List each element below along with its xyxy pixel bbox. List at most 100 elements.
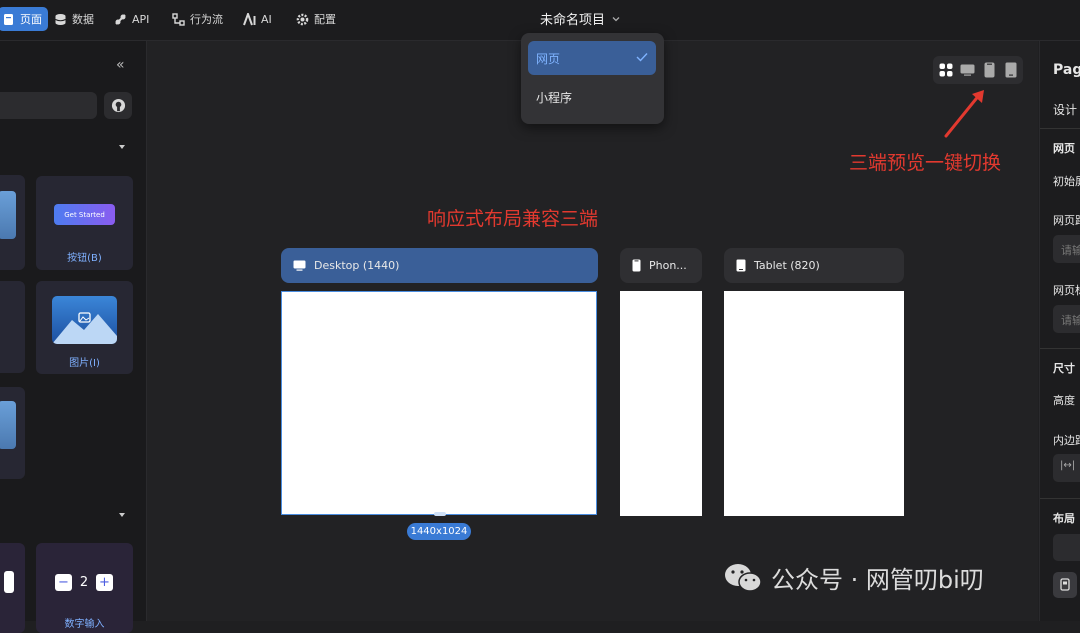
label-height: 高度 <box>1053 394 1075 407</box>
layout-direction-row[interactable] <box>1053 534 1080 561</box>
nav-flow[interactable]: 行为流 <box>172 7 223 31</box>
card-label: 按钮(B) <box>67 253 102 264</box>
grid-icon[interactable] <box>939 63 953 77</box>
padding-icon: |↔| <box>1060 460 1076 471</box>
card-preview <box>0 401 16 449</box>
label-title: 网页标 <box>1053 284 1080 297</box>
search-input[interactable] <box>0 92 97 119</box>
nav-api-label: API <box>132 12 150 26</box>
path-input[interactable]: 请输 <box>1053 235 1080 263</box>
tab-desktop-label: Desktop (1440) <box>314 259 400 272</box>
dropdown-item-label: 网页 <box>536 51 561 66</box>
phone-icon[interactable] <box>984 62 995 78</box>
section-size: 尺寸 <box>1053 362 1075 375</box>
path-placeholder: 请输 <box>1061 244 1080 257</box>
component-card-button[interactable]: Get Started 按钮(B) <box>36 176 133 270</box>
divider <box>1040 128 1080 129</box>
stepper-preview: − 2 + <box>55 573 113 592</box>
annotation-switch: 三端预览一键切换 <box>849 152 1002 174</box>
gear-icon <box>296 13 309 25</box>
tablet-frame[interactable] <box>724 291 904 516</box>
component-card-partial[interactable] <box>0 387 25 479</box>
resize-handle[interactable] <box>434 512 446 516</box>
section-page: 网页 <box>1053 142 1075 155</box>
column-layout-icon <box>1060 578 1070 591</box>
watermark-text: 公众号 · 网管叨bi叨 <box>771 566 984 594</box>
layout-option-selected[interactable] <box>1053 572 1077 598</box>
component-card-partial[interactable] <box>0 543 25 633</box>
phone-icon <box>632 259 641 272</box>
get-started-preview: Get Started <box>54 204 115 225</box>
divider <box>1040 348 1080 349</box>
desktop-frame[interactable] <box>281 291 597 515</box>
label-initial: 初始屏 <box>1053 175 1080 188</box>
nav-data-label: 数据 <box>72 13 94 26</box>
nav-config-label: 配置 <box>314 13 336 26</box>
wechat-icon <box>725 563 762 592</box>
nav-page[interactable]: 页面 <box>0 7 48 31</box>
plus-icon: + <box>96 574 113 591</box>
nav-ai[interactable]: AI <box>243 7 272 31</box>
page-icon <box>4 13 13 25</box>
card-label: 图片(I) <box>69 358 100 369</box>
nav-config[interactable]: 配置 <box>296 7 336 31</box>
tablet-icon <box>736 259 746 272</box>
watermark: 公众号 · 网管叨bi叨 <box>723 560 984 595</box>
image-preview <box>52 296 117 344</box>
section-layout: 布局 <box>1053 512 1075 525</box>
annotation-layout: 响应式布局兼容三端 <box>427 208 599 230</box>
size-badge: 1440x1024 <box>407 523 471 540</box>
project-title[interactable]: 未命名项目 <box>540 9 621 28</box>
dropdown-item-miniprogram[interactable]: 小程序 <box>528 80 656 114</box>
nav-api[interactable]: API <box>114 7 149 31</box>
annotation-arrow-icon <box>944 90 984 138</box>
title-input[interactable]: 请输 <box>1053 305 1080 333</box>
stepper-value: 2 <box>79 575 89 590</box>
flow-icon <box>172 12 185 26</box>
label-padding: 内边距 <box>1053 434 1080 447</box>
nav-page-label: 页面 <box>20 13 42 26</box>
dropdown-item-label: 小程序 <box>536 90 573 105</box>
card-preview <box>0 191 16 239</box>
tab-phone-label: Phon... <box>649 259 687 272</box>
padding-input[interactable]: |↔| <box>1053 454 1080 482</box>
nav-ai-label: AI <box>261 12 272 26</box>
ai-icon <box>243 12 256 25</box>
section-expand-icon[interactable] <box>119 145 125 149</box>
card-preview <box>4 571 14 593</box>
component-card-partial[interactable] <box>0 175 25 270</box>
properties-panel: Page 设计 网页 初始屏 网页路 请输 网页标 请输 尺寸 高度 内边距 |… <box>1039 41 1080 621</box>
dropdown-item-web[interactable]: 网页 <box>528 41 656 75</box>
divider <box>1040 498 1080 499</box>
github-icon <box>111 98 125 113</box>
nav-flow-label: 行为流 <box>190 13 223 26</box>
component-card-partial[interactable] <box>0 281 25 373</box>
desktop-icon <box>293 260 306 271</box>
component-card-stepper[interactable]: − 2 + 数字输入 <box>36 543 133 633</box>
tab-tablet[interactable]: Tablet (820) <box>724 248 904 283</box>
section-expand-icon[interactable] <box>119 513 125 517</box>
project-title-text: 未命名项目 <box>540 13 606 28</box>
label-path: 网页路 <box>1053 214 1080 227</box>
tab-desktop[interactable]: Desktop (1440) <box>281 248 598 283</box>
tab-phone[interactable]: Phon... <box>620 248 702 283</box>
minus-icon: − <box>55 574 72 591</box>
tablet-icon[interactable] <box>1005 62 1017 78</box>
database-icon <box>55 13 66 25</box>
github-button[interactable] <box>104 92 132 119</box>
phone-frame[interactable] <box>620 291 702 516</box>
mountain-icon <box>52 312 117 344</box>
component-panel: « Get Started 按钮(B) 图片(I) − 2 + 数字输入 <box>0 41 147 633</box>
device-switcher[interactable] <box>933 56 1023 84</box>
desktop-icon[interactable] <box>960 64 975 76</box>
tab-tablet-label: Tablet (820) <box>754 259 820 272</box>
card-label: 数字输入 <box>64 619 105 630</box>
panel-title: Page <box>1053 62 1080 78</box>
platform-dropdown: 网页 小程序 <box>521 33 664 124</box>
chevron-down-icon <box>612 16 620 21</box>
nav-data[interactable]: 数据 <box>54 7 94 31</box>
collapse-panel-icon[interactable]: « <box>116 57 125 73</box>
check-icon <box>636 53 648 62</box>
tab-design[interactable]: 设计 <box>1053 101 1077 118</box>
component-card-image[interactable]: 图片(I) <box>36 281 133 374</box>
